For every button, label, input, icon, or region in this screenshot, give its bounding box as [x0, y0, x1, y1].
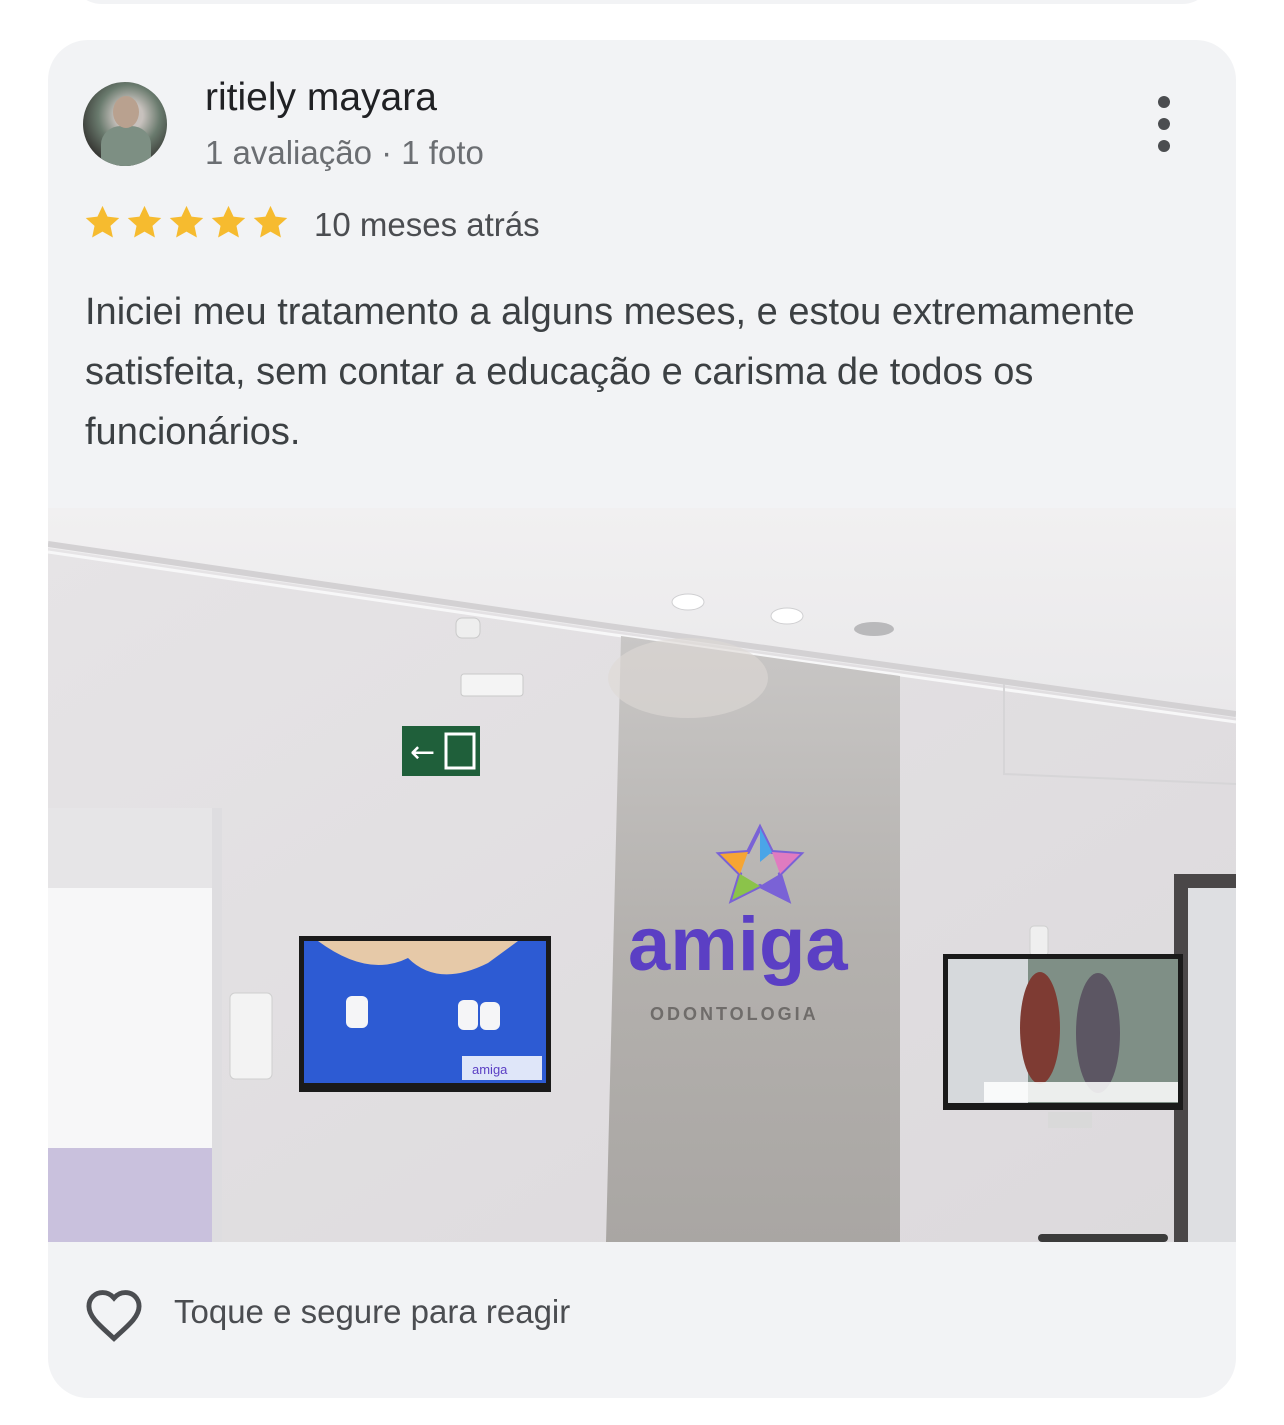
star-rating	[83, 203, 290, 242]
react-hint[interactable]: Toque e segure para reagir	[174, 1293, 570, 1331]
author-name[interactable]: ritiely mayara	[205, 76, 437, 120]
author-meta: 1 avaliação · 1 foto	[205, 134, 484, 171]
star-icon	[85, 205, 120, 238]
previous-review-card	[70, 0, 1214, 4]
more-vert-icon	[1158, 96, 1170, 108]
heart-outline-icon[interactable]	[83, 1285, 145, 1343]
star-icon	[211, 205, 246, 238]
star-icon	[253, 205, 288, 238]
review-card: ritiely mayara 1 avaliação · 1 foto 10 m…	[48, 40, 1236, 1398]
tv-logo-text: amiga	[472, 1062, 508, 1077]
review-text: Iniciei meu tratamento a alguns meses, e…	[85, 291, 1135, 453]
logo-text: amiga	[628, 902, 848, 987]
star-icon	[169, 205, 204, 238]
review-time: 10 meses atrás	[314, 206, 540, 243]
more-options-button[interactable]	[1148, 96, 1180, 152]
author-avatar[interactable]	[83, 82, 167, 166]
review-photo[interactable]: ← amiga amiga ODONTOLOGIA	[48, 508, 1236, 1242]
svg-text:←: ←	[410, 735, 435, 770]
logo-subtitle: ODONTOLOGIA	[650, 1004, 819, 1024]
star-icon	[127, 205, 162, 238]
